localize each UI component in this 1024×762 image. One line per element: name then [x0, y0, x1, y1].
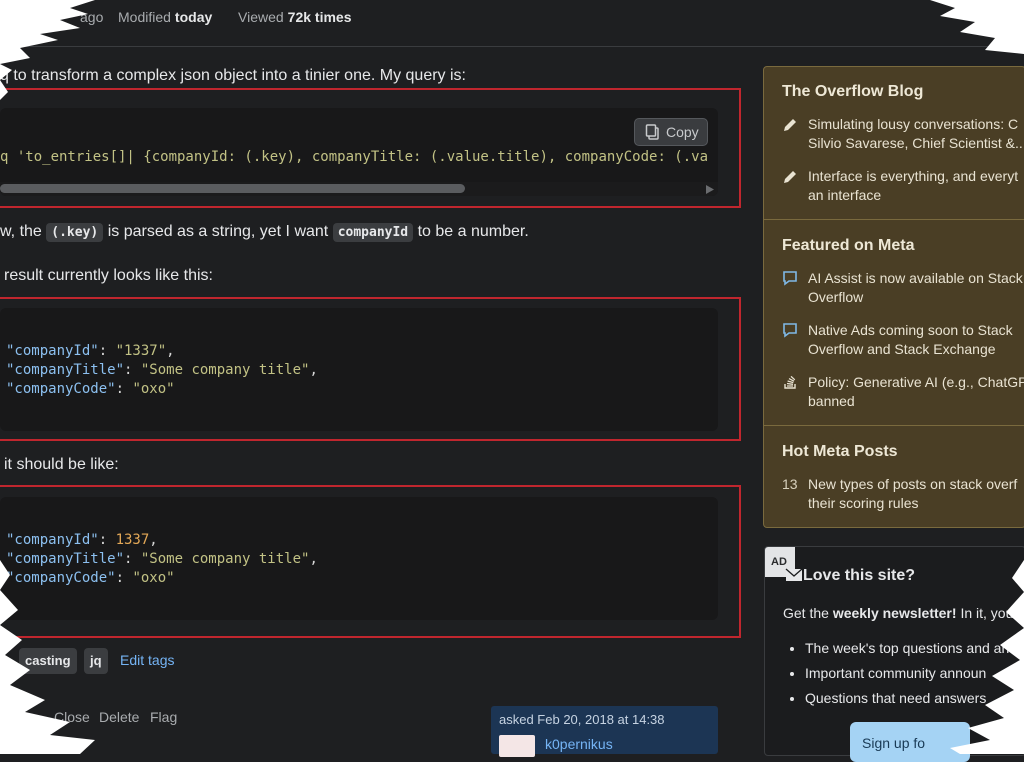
key-parsing-sentence: w, the (.key) is parsed as a string, yet…: [0, 223, 529, 242]
signup-button[interactable]: Sign up fo: [850, 722, 970, 762]
blog-item-1[interactable]: Simulating lousy conversations: C Silvio …: [808, 115, 1024, 153]
asker-user-card: asked Feb 20, 2018 at 14:38 k0pernikus: [491, 706, 718, 757]
inline-code-companyid: companyId: [332, 223, 414, 242]
edit-tags-link[interactable]: Edit tags: [120, 652, 174, 668]
divider: [764, 219, 1024, 220]
result-intro-text: result currently looks like this:: [4, 267, 213, 284]
question-meta-bar: ago Modified today Viewed 72k times: [0, 0, 1024, 47]
flag-link[interactable]: Flag: [150, 709, 177, 725]
user-name-link[interactable]: k0pernikus: [545, 736, 613, 752]
list-item: Questions that need answers: [805, 686, 1009, 711]
copy-icon: [645, 124, 659, 140]
chat-bubble-icon: [783, 271, 797, 286]
ad-bullet-list: The week's top questions and an Importan…: [783, 636, 1009, 711]
query-code-block: q 'to_entries[]| {companyId: (.key), com…: [0, 108, 718, 196]
asked-fragment: ago: [80, 9, 104, 25]
mail-check-icon: [785, 568, 803, 581]
viewed-stat: Viewed 72k times: [238, 9, 352, 25]
blog-section-title: The Overflow Blog: [782, 83, 924, 100]
expected-result-code-block: "companyId": 1337, "companyTitle": "Some…: [0, 497, 718, 620]
divider: [764, 425, 1024, 426]
question-intro-text: q to transform a complex json object int…: [0, 67, 466, 84]
chat-bubble-icon: [783, 323, 797, 338]
pencil-icon: [784, 171, 796, 183]
tag-casting[interactable]: casting: [19, 648, 77, 674]
meta-section-title: Featured on Meta: [782, 237, 915, 254]
ad-title: Love this site?: [803, 567, 916, 584]
query-code-text: q 'to_entries[]| {companyId: (.key), com…: [0, 149, 709, 165]
stack-logo-icon: [784, 375, 796, 389]
code-line-3: "companyCode": "oxo": [6, 570, 175, 586]
meta-item-2[interactable]: Native Ads coming soon to Stack Overflow …: [808, 321, 1013, 359]
hot-post-item[interactable]: New types of posts on stack overf their s…: [808, 475, 1017, 513]
sidebar-widget: The Overflow Blog Simulating lousy conve…: [763, 66, 1024, 528]
hot-post-count: 13: [782, 476, 798, 492]
list-item: Important community announ: [805, 661, 1009, 686]
meta-item-1[interactable]: AI Assist is now available on Stack Overf…: [808, 269, 1023, 307]
pencil-icon: [784, 119, 796, 131]
current-result-code-block: "companyId": "1337", "companyTitle": "So…: [0, 308, 718, 431]
blog-item-2[interactable]: Interface is everything, and everyt an in…: [808, 167, 1018, 205]
copy-button[interactable]: Copy: [634, 118, 708, 146]
asked-timestamp: asked Feb 20, 2018 at 14:38: [499, 712, 665, 727]
ad-description: Get the weekly newsletter! In it, you: [783, 605, 1014, 621]
code-scrollbar[interactable]: [0, 182, 718, 196]
delete-link[interactable]: Delete: [99, 709, 139, 725]
scrollbar-thumb[interactable]: [0, 184, 465, 193]
code-line-2: "companyTitle": "Some company title",: [6, 362, 318, 378]
copy-label: Copy: [666, 124, 699, 140]
code-line-1: "companyId": "1337",: [6, 343, 175, 359]
hot-meta-title: Hot Meta Posts: [782, 443, 898, 460]
scroll-right-icon[interactable]: [706, 185, 714, 194]
code-line-1: "companyId": 1337,: [6, 532, 158, 548]
code-line-2: "companyTitle": "Some company title",: [6, 551, 318, 567]
tag-jq[interactable]: jq: [84, 648, 108, 674]
modified-stat: Modified today: [118, 9, 213, 25]
close-link[interactable]: Close: [54, 709, 90, 725]
expected-intro-text: it should be like:: [4, 456, 119, 473]
inline-code-key: (.key): [46, 223, 104, 242]
code-line-3: "companyCode": "oxo": [6, 381, 175, 397]
list-item: The week's top questions and an: [805, 636, 1009, 661]
meta-item-3[interactable]: Policy: Generative AI (e.g., ChatGP banne…: [808, 373, 1024, 411]
